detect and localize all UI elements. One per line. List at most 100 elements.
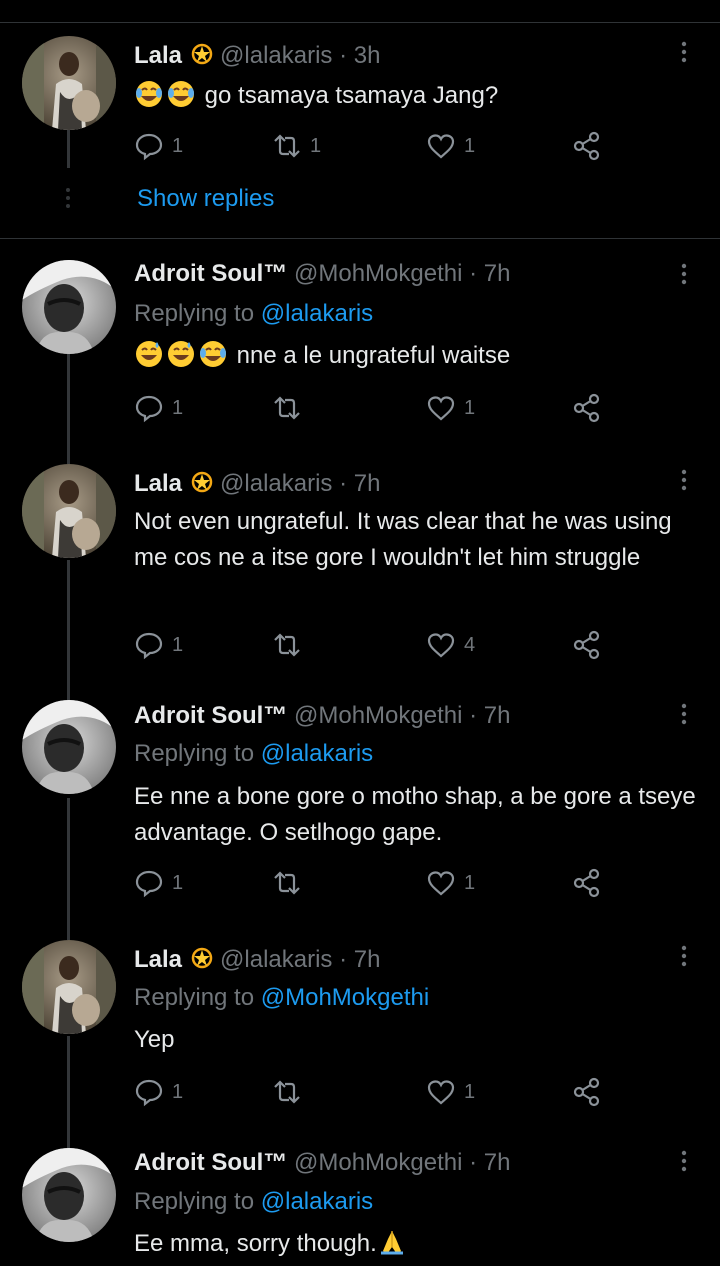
avatar[interactable] (22, 1148, 116, 1242)
share-button[interactable] (572, 130, 602, 162)
tweet-header: Adroit Soul™ @MohMokgethi · 7h (134, 698, 510, 734)
handle[interactable]: @MohMokgethi (294, 702, 462, 729)
avatar[interactable] (22, 36, 116, 130)
timestamp[interactable]: 7h (484, 260, 511, 287)
retweet-count: 1 (310, 134, 322, 157)
timestamp[interactable]: 7h (484, 702, 511, 729)
heart-icon (427, 1080, 455, 1105)
share-button[interactable] (572, 867, 602, 899)
tweet-actions: 1 4 (134, 629, 614, 661)
display-name[interactable]: Adroit Soul™ (134, 260, 287, 287)
display-name[interactable]: Adroit Soul™ (134, 1149, 287, 1176)
reply-button[interactable]: 1 (134, 629, 183, 661)
reply-icon (135, 395, 163, 423)
retweet-button[interactable] (272, 629, 310, 661)
like-button[interactable]: 1 (426, 130, 475, 162)
top-divider (0, 22, 720, 23)
tweet-actions: 1 1 (134, 392, 614, 424)
share-button[interactable] (572, 1076, 602, 1108)
replying-to-label: Replying to (134, 740, 255, 767)
tweet-header: Lala @lalakaris · 7h (134, 466, 380, 502)
heart-icon (427, 871, 455, 896)
timestamp[interactable]: 7h (354, 946, 381, 973)
separator-dot: · (332, 42, 354, 69)
thread-line (67, 560, 70, 700)
grinning-sweat-face-icon (136, 341, 162, 367)
replying-to: Replying to @lalakaris (134, 1184, 373, 1220)
timestamp[interactable]: 3h (354, 42, 381, 69)
mention-link[interactable]: @lalakaris (261, 1188, 373, 1215)
retweet-button[interactable] (272, 392, 310, 424)
separator-dot: · (462, 1149, 484, 1176)
reply-button[interactable]: 1 (134, 1076, 183, 1108)
timestamp[interactable]: 7h (354, 470, 381, 497)
avatar[interactable] (22, 940, 116, 1034)
mention-link[interactable]: @lalakaris (261, 300, 373, 327)
display-name[interactable]: Adroit Soul™ (134, 702, 287, 729)
display-name[interactable]: Lala (134, 946, 182, 973)
shooting-star-icon (191, 947, 213, 969)
face-with-tears-of-joy-icon (168, 81, 194, 107)
reply-count: 1 (172, 871, 184, 894)
like-button[interactable]: 4 (426, 629, 475, 661)
reply-icon (135, 1079, 163, 1107)
shooting-star-icon (191, 43, 213, 65)
like-count: 1 (464, 134, 476, 157)
reply-icon (135, 133, 163, 161)
mention-link[interactable]: @MohMokgethi (261, 984, 429, 1011)
tweet-text: Ee mma, sorry though. (134, 1226, 704, 1262)
tweet-actions: 1 1 (134, 867, 614, 899)
share-icon (573, 630, 600, 660)
display-name[interactable]: Lala (134, 470, 182, 497)
thread-divider (0, 238, 720, 239)
folded-hands-icon (380, 1231, 403, 1255)
handle[interactable]: @lalakaris (220, 42, 332, 69)
separator-dot: · (462, 260, 484, 287)
more-options-icon[interactable] (674, 702, 694, 726)
retweet-button[interactable] (272, 1076, 310, 1108)
display-name[interactable]: Lala (134, 42, 182, 69)
timestamp[interactable]: 7h (484, 1149, 511, 1176)
retweet-icon (274, 396, 300, 420)
more-options-icon[interactable] (674, 468, 694, 492)
more-options-icon[interactable] (674, 1149, 694, 1173)
retweet-button[interactable] (272, 867, 310, 899)
replying-to: Replying to @MohMokgethi (134, 980, 429, 1016)
like-button[interactable]: 1 (426, 867, 475, 899)
more-options-icon[interactable] (674, 262, 694, 286)
thread-more-indicator (66, 188, 71, 212)
show-replies-link[interactable]: Show replies (137, 181, 274, 217)
like-button[interactable]: 1 (426, 1076, 475, 1108)
avatar[interactable] (22, 464, 116, 558)
reply-button[interactable]: 1 (134, 867, 183, 899)
retweet-icon (274, 633, 300, 657)
share-button[interactable] (572, 392, 602, 424)
reply-button[interactable]: 1 (134, 130, 183, 162)
more-options-icon[interactable] (674, 40, 694, 64)
tweet-text: go tsamaya tsamaya Jang? (134, 78, 704, 114)
reply-count: 1 (172, 633, 184, 656)
avatar[interactable] (22, 260, 116, 354)
retweet-icon (274, 871, 300, 895)
handle[interactable]: @MohMokgethi (294, 260, 462, 287)
share-button[interactable] (572, 629, 602, 661)
reply-button[interactable]: 1 (134, 392, 183, 424)
like-button[interactable]: 1 (426, 392, 475, 424)
tweet-text: Not even ungrateful. It was clear that h… (134, 508, 672, 571)
tweet-header: Lala @lalakaris · 7h (134, 942, 380, 978)
avatar[interactable] (22, 700, 116, 794)
replying-to: Replying to @lalakaris (134, 736, 373, 772)
handle[interactable]: @MohMokgethi (294, 1149, 462, 1176)
tweet-text-content: Ee mma, sorry though. (134, 1230, 377, 1257)
replying-to: Replying to @lalakaris (134, 296, 373, 332)
more-options-icon[interactable] (674, 944, 694, 968)
retweet-button[interactable]: 1 (272, 130, 321, 162)
heart-icon (427, 633, 455, 658)
like-count: 1 (464, 1080, 476, 1103)
share-icon (573, 1077, 600, 1107)
like-count: 1 (464, 871, 476, 894)
replying-to-label: Replying to (134, 984, 255, 1011)
handle[interactable]: @lalakaris (220, 470, 332, 497)
mention-link[interactable]: @lalakaris (261, 740, 373, 767)
handle[interactable]: @lalakaris (220, 946, 332, 973)
